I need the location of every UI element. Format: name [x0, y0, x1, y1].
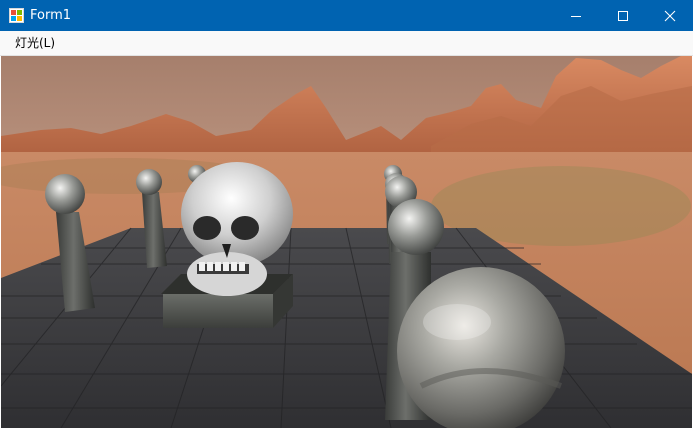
- close-button[interactable]: [647, 0, 693, 31]
- windows-form-icon: [9, 8, 24, 23]
- close-icon: [664, 10, 676, 22]
- minimize-button[interactable]: [553, 0, 599, 31]
- minimize-icon: [571, 16, 581, 17]
- maximize-icon: [618, 11, 628, 21]
- large-mirror-sphere: [397, 267, 565, 428]
- title-bar[interactable]: Form1: [0, 0, 693, 31]
- menu-bar: 灯光(L): [0, 31, 693, 56]
- rendered-scene: [1, 56, 692, 428]
- 3d-viewport[interactable]: [1, 56, 692, 428]
- maximize-button[interactable]: [600, 0, 646, 31]
- app-window: Form1 灯光(L): [0, 0, 693, 428]
- window-title: Form1: [30, 8, 72, 23]
- menu-item-lighting[interactable]: 灯光(L): [9, 34, 61, 53]
